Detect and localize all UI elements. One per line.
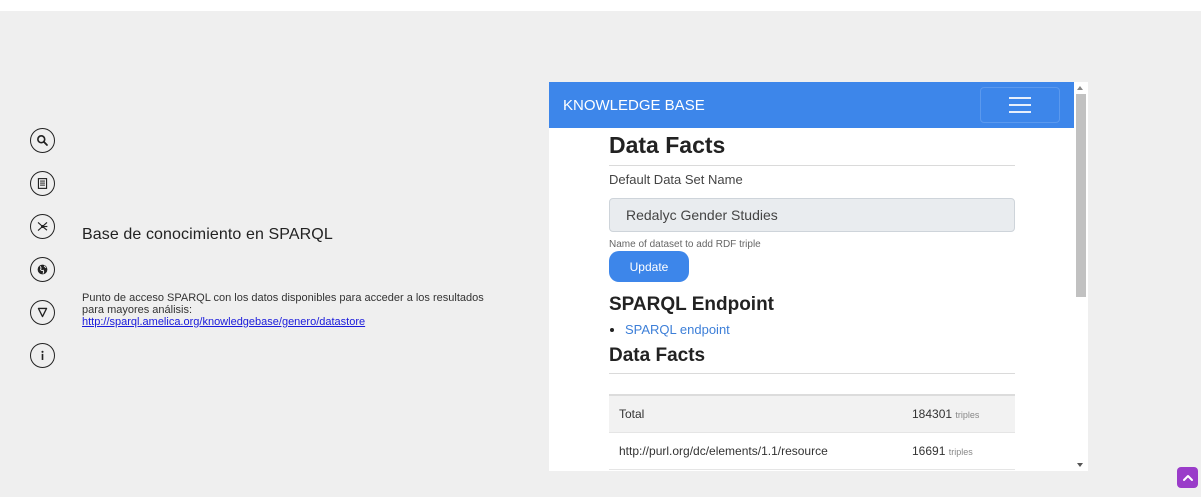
- kb-description: Punto de acceso SPARQL con los datos dis…: [82, 292, 502, 328]
- globe-icon[interactable]: [30, 257, 55, 282]
- fact-unit: triples: [948, 446, 973, 457]
- icon-rail: [30, 128, 56, 386]
- endpoint-list: SPARQL endpoint: [609, 322, 1015, 337]
- divider: [609, 373, 1015, 374]
- hamburger-icon-bar: [1009, 97, 1031, 99]
- frame-scrollbar[interactable]: [1074, 82, 1088, 471]
- hamburger-icon-bar: [1009, 111, 1031, 113]
- top-strip: [0, 0, 1201, 11]
- fact-count: 184301: [912, 406, 953, 421]
- scroll-thumb[interactable]: [1076, 94, 1086, 297]
- data-facts-subheading: Data Facts: [609, 345, 706, 366]
- kb-title: Base de conocimiento en SPARQL: [82, 226, 333, 243]
- dataset-help-text: Name of dataset to add RDF triple: [609, 239, 761, 250]
- document-icon[interactable]: [30, 171, 55, 196]
- hamburger-icon-bar: [1009, 104, 1031, 106]
- default-dataset-input[interactable]: Redalyc Gender Studies: [609, 198, 1015, 232]
- frame-content: Data Facts Default Data Set Name Redalyc…: [549, 132, 1074, 470]
- sparql-endpoint-heading: SPARQL Endpoint: [609, 294, 775, 315]
- scroll-up-arrow-icon[interactable]: [1077, 86, 1083, 90]
- fact-unit: triples: [955, 409, 980, 420]
- fact-label: Total: [609, 395, 902, 433]
- search-icon[interactable]: [30, 128, 55, 153]
- knowledge-base-frame: KNOWLEDGE BASE Data Facts Default Data S…: [549, 82, 1074, 471]
- table-row: Total 184301 triples: [609, 395, 1015, 433]
- table-row: http://purl.org/dc/elements/1.1/resource…: [609, 432, 1015, 470]
- divider: [609, 165, 1015, 166]
- network-icon[interactable]: [30, 214, 55, 239]
- fact-value: 16691 triples: [902, 432, 1015, 470]
- kb-description-text: Punto de acceso SPARQL con los datos dis…: [82, 292, 484, 316]
- menu-toggle-button[interactable]: [980, 87, 1060, 123]
- data-facts-heading: Data Facts: [609, 132, 726, 158]
- back-to-top-button[interactable]: [1177, 467, 1198, 488]
- chevron-up-icon: [1182, 474, 1193, 481]
- default-dataset-label: Default Data Set Name: [609, 172, 743, 187]
- datastore-link[interactable]: http://sparql.amelica.org/knowledgebase/…: [82, 316, 502, 328]
- sparql-endpoint-link[interactable]: SPARQL endpoint: [625, 322, 1015, 337]
- scroll-down-arrow-icon[interactable]: [1077, 463, 1083, 467]
- update-button[interactable]: Update: [609, 251, 689, 282]
- fact-label: http://purl.org/dc/elements/1.1/resource: [609, 432, 902, 470]
- navbar-brand[interactable]: KNOWLEDGE BASE: [563, 97, 705, 114]
- fact-value: 184301 triples: [902, 395, 1015, 433]
- fact-count: 16691: [912, 443, 946, 458]
- facts-table: Total 184301 triples http://purl.org/dc/…: [609, 394, 1015, 470]
- info-icon[interactable]: [30, 343, 55, 368]
- navbar: KNOWLEDGE BASE: [549, 82, 1074, 128]
- play-icon[interactable]: [30, 300, 55, 325]
